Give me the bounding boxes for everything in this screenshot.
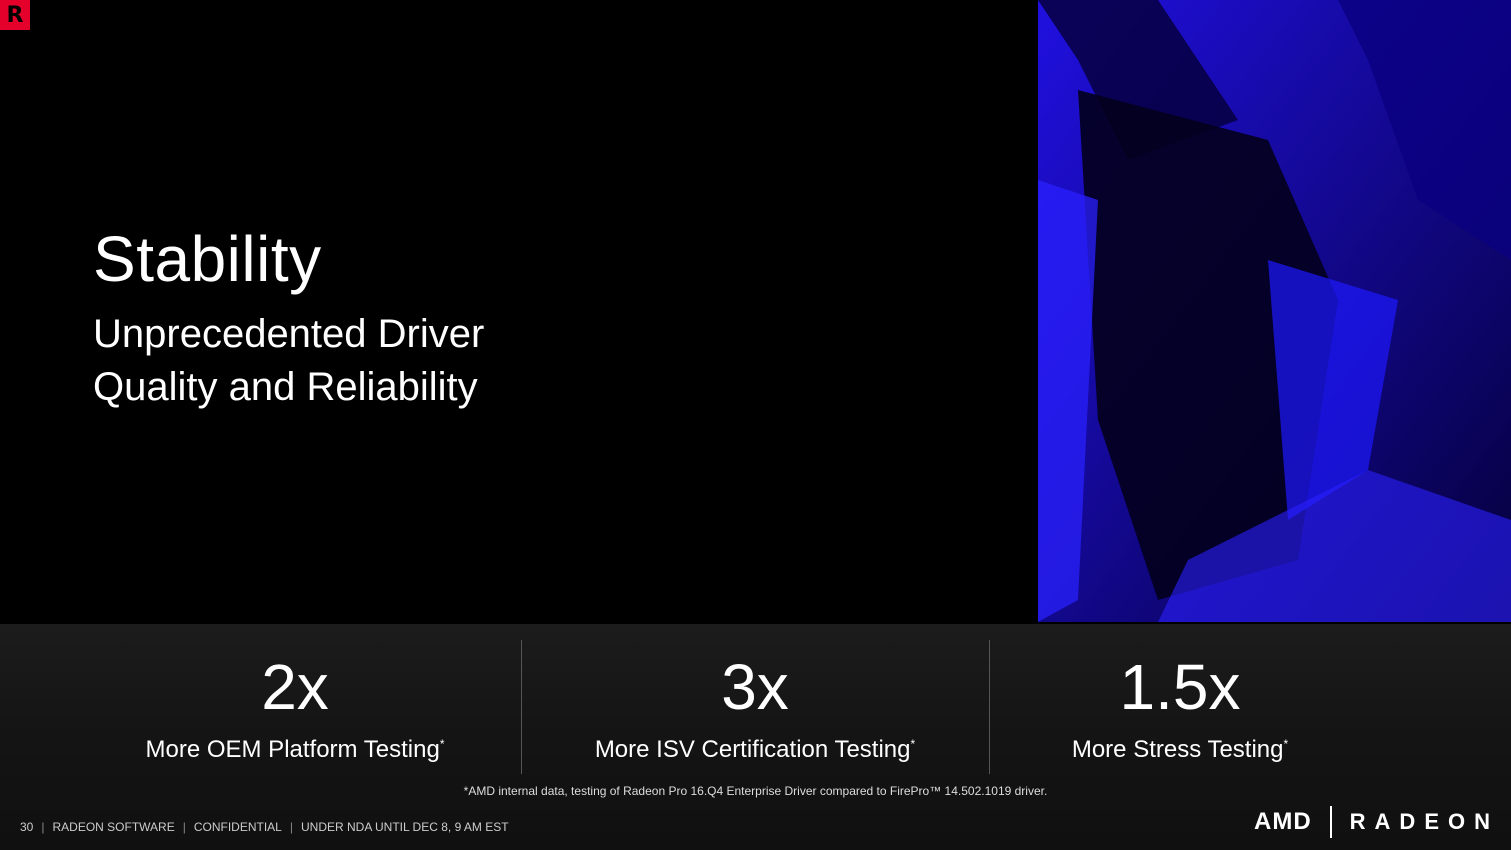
stat-value: 3x (721, 651, 789, 723)
hero-photo-art (1038, 0, 1511, 622)
stat-label: More ISV Certification Testing* (594, 736, 916, 763)
stat-value: 2x (261, 651, 329, 723)
brand-lockup: AMD RADEON (1254, 806, 1499, 838)
footnote-mark: * (910, 737, 916, 751)
stat-label: More OEM Platform Testing* (145, 736, 445, 763)
stat-isv: 3x More ISV Certification Testing* (555, 638, 955, 774)
stat-value: 1.5x (1119, 651, 1241, 723)
stat-divider (989, 640, 990, 774)
footer-bar: 30 | RADEON SOFTWARE | CONFIDENTIAL | UN… (20, 820, 509, 834)
stat-oem: 2x More OEM Platform Testing* (100, 638, 490, 774)
footnote-mark: * (439, 737, 445, 751)
stat-divider (521, 640, 522, 774)
hero-photo (1038, 0, 1511, 622)
page-number: 30 (20, 820, 34, 834)
stat-label: More Stress Testing* (1071, 736, 1289, 763)
slide-title: Stability (93, 223, 322, 295)
footnote: *AMD internal data, testing of Radeon Pr… (463, 784, 1048, 798)
stat-stress: 1.5x More Stress Testing* (1000, 638, 1360, 774)
radeon-wordmark: RADEON (1349, 809, 1499, 834)
radeon-logo-mark: R (0, 0, 30, 30)
logo-letter: R (6, 2, 24, 28)
footer-separator: | (289, 820, 293, 834)
stats-band: 2x More OEM Platform Testing* 3x More IS… (0, 624, 1511, 850)
footer-separator: | (41, 820, 45, 834)
footer-classification: CONFIDENTIAL (193, 820, 282, 834)
brand-divider (1329, 806, 1332, 838)
amd-logo: AMD (1254, 808, 1312, 835)
slide-subtitle: Unprecedented Driver Quality and Reliabi… (93, 312, 485, 409)
footer-embargo: UNDER NDA UNTIL DEC 8, 9 AM EST (300, 820, 509, 834)
footnote-mark: * (1283, 737, 1289, 751)
footer-separator: | (182, 820, 186, 834)
footer-section: RADEON SOFTWARE (52, 820, 175, 834)
